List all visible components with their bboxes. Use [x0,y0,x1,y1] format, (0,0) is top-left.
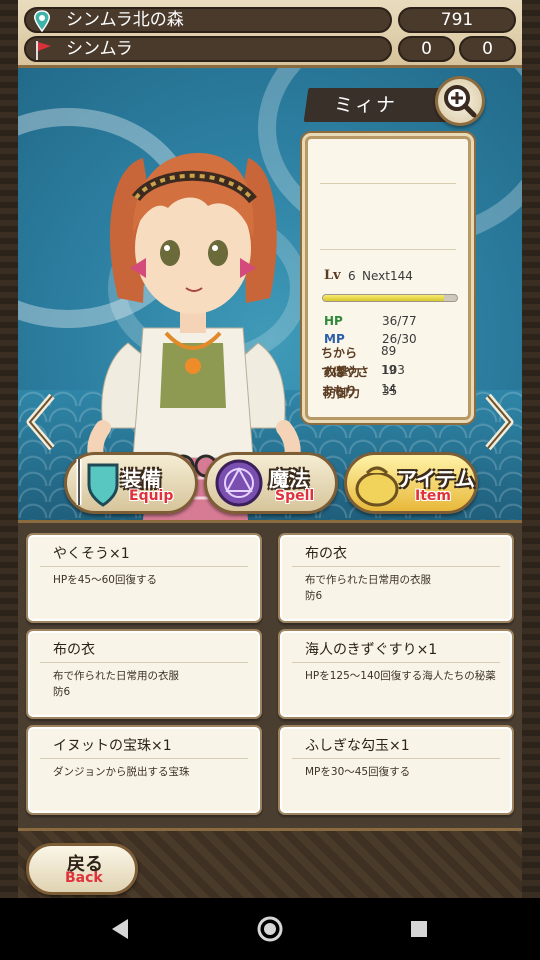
divider [320,183,456,184]
item-description: 布で作られた日常用の衣服 [53,670,179,682]
item-name: 海人のきずぐすり×1 [305,642,438,658]
item-description: HPを125～140回復する海人たちの秘薬 [305,670,496,682]
divider [292,566,500,567]
item-stat: 防6 [53,686,71,698]
nav-recents-icon[interactable] [404,914,434,944]
bottom-bar: 戻る Back [18,828,522,898]
item-card[interactable]: やくそう×1 HPを45～60回復する [26,533,262,623]
nav-home-icon[interactable] [255,914,285,944]
item-card[interactable]: イヌットの宝珠×1 ダンジョンから脱出する宝珠 [26,725,262,815]
item-description: HPを45～60回復する [53,574,157,586]
location-name: シンムラ北の森 [66,10,184,30]
map-pin-icon [34,10,50,32]
location-bar: シンムラ北の森 [24,7,392,33]
item-card[interactable]: ふしぎな勾玉×1 MPを30～45回復する [278,725,514,815]
town-value-1: 0 [398,36,455,62]
prev-character-arrow[interactable] [24,392,58,452]
mp-value: 26/30 [382,332,417,346]
divider [292,662,500,663]
tab-item-sublabel: Item [415,488,451,504]
tab-item[interactable]: アイテム Item [344,452,478,514]
divider [292,758,500,759]
divider [40,662,248,663]
shield-sword-icon [76,459,119,507]
character-name: ミィナ [334,94,398,116]
location-count: 791 [398,7,516,33]
android-navbar [0,898,540,960]
item-card[interactable]: 布の衣 布で作られた日常用の衣服 防6 [26,629,262,719]
game-screen: シンムラ北の森 791 シンムラ 0 0 ミィナ Lv 6 Next144 HP… [0,0,540,898]
item-card[interactable]: 海人のきずぐすり×1 HPを125～140回復する海人たちの秘薬 [278,629,514,719]
hp-label: HP [324,314,343,328]
item-description: ダンジョンから脱出する宝珠 [53,766,190,778]
town-bar: シンムラ [24,36,392,62]
item-name: やくそう×1 [53,546,130,562]
nav-back-icon[interactable] [106,914,136,944]
defense-label: 防御力 [324,386,361,400]
exp-bar [322,294,458,302]
next-character-arrow[interactable] [482,392,516,452]
header-panel: シンムラ北の森 791 シンムラ 0 0 [18,0,522,68]
defense-value: 35 [382,384,398,398]
tab-equip-sublabel: Equip [129,488,174,504]
level-value: 6 [348,269,356,283]
left-border [0,0,18,898]
attack-label: 攻撃力 [324,365,361,379]
status-card: Lv 6 Next144 HP 36/77 MP 26/30 攻撃力 103 防… [305,136,471,420]
tab-spell-sublabel: Spell [275,488,315,504]
item-name: イヌットの宝珠×1 [53,738,172,754]
tab-equip[interactable]: 装備 Equip [64,452,198,514]
item-description: MPを30～45回復する [305,766,411,778]
next-exp: Next144 [362,269,413,283]
hp-value: 36/77 [382,314,417,328]
item-name: 布の衣 [53,642,95,658]
back-sublabel: Back [65,870,103,886]
tab-spell[interactable]: 魔法 Spell [204,452,338,514]
attack-value: 103 [382,363,405,377]
level-label: Lv [324,268,341,283]
exp-fill [323,295,444,301]
magic-circle-icon [215,459,263,507]
divider [320,249,456,250]
zoom-button[interactable] [435,76,485,126]
item-name: ふしぎな勾玉×1 [305,738,410,754]
flag-icon [36,41,51,60]
town-name: シンムラ [66,39,133,59]
item-description: 布で作られた日常用の衣服 [305,574,431,586]
mp-label: MP [324,332,345,346]
divider [40,566,248,567]
zoom-in-icon [444,85,477,118]
item-name: 布の衣 [305,546,347,562]
item-list: やくそう×1 HPを45～60回復する 布の衣 布で作られた日常用の衣服 防6 … [18,520,522,828]
town-value-2: 0 [459,36,516,62]
back-button[interactable]: 戻る Back [26,843,138,895]
divider [40,758,248,759]
right-border [522,0,540,898]
item-stat: 防6 [305,590,323,602]
item-card[interactable]: 布の衣 布で作られた日常用の衣服 防6 [278,533,514,623]
